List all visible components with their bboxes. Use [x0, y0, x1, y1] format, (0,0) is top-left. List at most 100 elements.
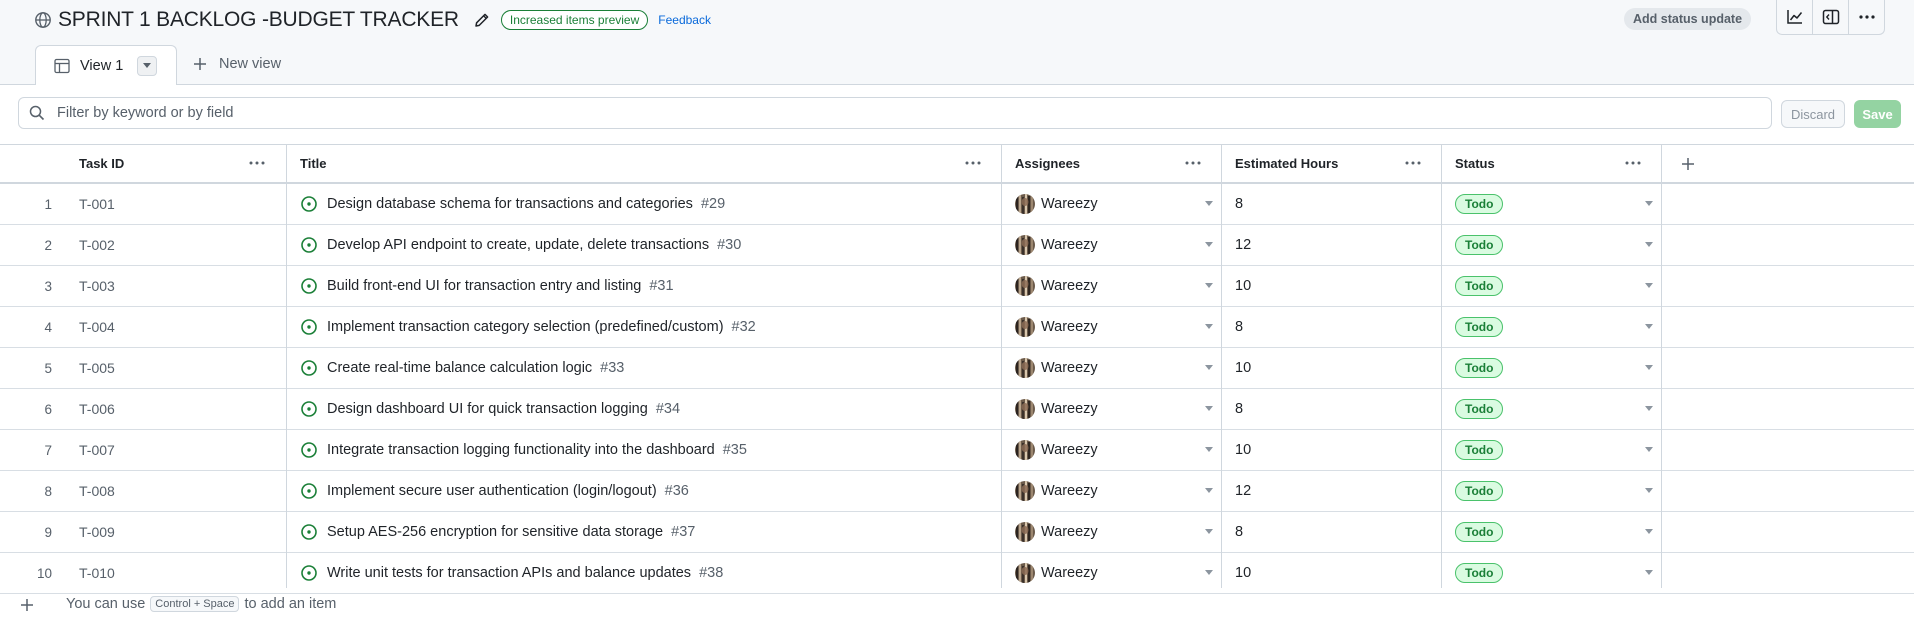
issue-title-link[interactable]: Create real-time balance calculation log… [327, 360, 592, 376]
chevron-down-icon[interactable] [1205, 242, 1213, 248]
pencil-icon[interactable] [473, 11, 491, 29]
status-cell[interactable]: Todo [1455, 348, 1504, 388]
task-id-cell[interactable]: T-004 [79, 307, 115, 347]
chevron-down-icon[interactable] [1205, 570, 1213, 576]
column-menu-icon[interactable] [248, 155, 266, 171]
chevron-down-icon[interactable] [1645, 529, 1653, 535]
column-menu-icon[interactable] [1184, 155, 1202, 171]
table-row[interactable]: 2 T-002 Develop API endpoint to create, up… [0, 225, 1914, 266]
column-header-assignees[interactable]: Assignees [1015, 145, 1080, 182]
estimated-hours-cell[interactable]: 12 [1235, 225, 1251, 265]
chevron-down-icon[interactable] [1205, 406, 1213, 412]
assignees-cell[interactable]: Wareezy [1015, 307, 1098, 347]
assignees-cell[interactable]: Wareezy [1015, 184, 1098, 224]
chevron-down-icon[interactable] [1645, 447, 1653, 453]
assignees-cell[interactable]: Wareezy [1015, 225, 1098, 265]
issue-title-link[interactable]: Build front-end UI for transaction entry… [327, 278, 641, 294]
chevron-down-icon[interactable] [1205, 447, 1213, 453]
column-header-task-id[interactable]: Task ID [79, 145, 124, 182]
chevron-down-icon[interactable] [1645, 488, 1653, 494]
estimated-hours-cell[interactable]: 12 [1235, 471, 1251, 511]
table-row[interactable]: 1 T-001 Design database schema for transac… [0, 184, 1914, 225]
chevron-down-icon[interactable] [1645, 201, 1653, 207]
chevron-down-icon[interactable] [1645, 242, 1653, 248]
table-row[interactable]: 8 T-008 Implement secure user authenticati… [0, 471, 1914, 512]
task-id-cell[interactable]: T-008 [79, 471, 115, 511]
task-id-cell[interactable]: T-003 [79, 266, 115, 306]
status-cell[interactable]: Todo [1455, 307, 1504, 347]
task-id-cell[interactable]: T-010 [79, 553, 115, 593]
status-cell[interactable]: Todo [1455, 266, 1504, 306]
estimated-hours-cell[interactable]: 8 [1235, 389, 1243, 429]
title-cell[interactable]: Implement secure user authentication (lo… [300, 471, 689, 511]
issue-title-link[interactable]: Setup AES-256 encryption for sensitive d… [327, 524, 663, 540]
assignees-cell[interactable]: Wareezy [1015, 348, 1098, 388]
chevron-down-icon[interactable] [1205, 529, 1213, 535]
column-header-title[interactable]: Title [300, 145, 327, 182]
table-row[interactable]: 3 T-003 Build front-end UI for transaction… [0, 266, 1914, 307]
chevron-down-icon[interactable] [1205, 201, 1213, 207]
issue-title-link[interactable]: Implement transaction category selection… [327, 319, 724, 335]
chevron-down-icon[interactable] [1205, 488, 1213, 494]
column-header-estimated-hours[interactable]: Estimated Hours [1235, 145, 1338, 182]
issue-title-link[interactable]: Develop API endpoint to create, update, … [327, 237, 709, 253]
task-id-cell[interactable]: T-002 [79, 225, 115, 265]
kebab-icon[interactable] [1848, 0, 1884, 34]
title-cell[interactable]: Design database schema for transactions … [300, 184, 725, 224]
preview-badge[interactable]: Increased items preview [500, 10, 649, 30]
discard-button[interactable]: Discard [1781, 100, 1845, 128]
assignees-cell[interactable]: Wareezy [1015, 266, 1098, 306]
title-cell[interactable]: Setup AES-256 encryption for sensitive d… [300, 512, 695, 552]
task-id-cell[interactable]: T-005 [79, 348, 115, 388]
insights-icon[interactable] [1777, 0, 1812, 34]
assignees-cell[interactable]: Wareezy [1015, 430, 1098, 470]
status-cell[interactable]: Todo [1455, 225, 1504, 265]
side-panel-icon[interactable] [1812, 0, 1848, 34]
assignees-cell[interactable]: Wareezy [1015, 389, 1098, 429]
column-menu-icon[interactable] [964, 155, 982, 171]
table-row[interactable]: 5 T-005 Create real-time balance calculati… [0, 348, 1914, 389]
issue-title-link[interactable]: Design database schema for transactions … [327, 196, 693, 212]
add-status-update-button[interactable]: Add status update [1624, 8, 1752, 30]
save-button[interactable]: Save [1854, 100, 1901, 128]
task-id-cell[interactable]: T-009 [79, 512, 115, 552]
assignees-cell[interactable]: Wareezy [1015, 512, 1098, 552]
task-id-cell[interactable]: T-001 [79, 184, 115, 224]
status-cell[interactable]: Todo [1455, 430, 1504, 470]
column-header-status[interactable]: Status [1455, 145, 1495, 182]
estimated-hours-cell[interactable]: 10 [1235, 266, 1251, 306]
plus-icon[interactable] [20, 598, 34, 612]
chevron-down-icon[interactable] [1205, 283, 1213, 289]
estimated-hours-cell[interactable]: 10 [1235, 553, 1251, 593]
status-cell[interactable]: Todo [1455, 184, 1504, 224]
table-row[interactable]: 10 T-010 Write unit tests for transaction … [0, 553, 1914, 594]
table-row[interactable]: 6 T-006 Design dashboard UI for quick tran… [0, 389, 1914, 430]
title-cell[interactable]: Integrate transaction logging functional… [300, 430, 747, 470]
task-id-cell[interactable]: T-006 [79, 389, 115, 429]
status-cell[interactable]: Todo [1455, 471, 1504, 511]
chevron-down-icon[interactable] [1205, 324, 1213, 330]
chevron-down-icon[interactable] [1645, 570, 1653, 576]
title-cell[interactable]: Build front-end UI for transaction entry… [300, 266, 674, 306]
filter-input[interactable] [55, 104, 1659, 122]
column-menu-icon[interactable] [1404, 155, 1422, 171]
estimated-hours-cell[interactable]: 10 [1235, 430, 1251, 470]
issue-title-link[interactable]: Integrate transaction logging functional… [327, 442, 715, 458]
estimated-hours-cell[interactable]: 8 [1235, 512, 1243, 552]
title-cell[interactable]: Develop API endpoint to create, update, … [300, 225, 741, 265]
assignees-cell[interactable]: Wareezy [1015, 553, 1098, 593]
estimated-hours-cell[interactable]: 8 [1235, 184, 1243, 224]
status-cell[interactable]: Todo [1455, 512, 1504, 552]
chevron-down-icon[interactable] [1645, 324, 1653, 330]
table-row[interactable]: 7 T-007 Integrate transaction logging func… [0, 430, 1914, 471]
feedback-link[interactable]: Feedback [658, 13, 711, 27]
chevron-down-icon[interactable] [137, 55, 158, 76]
chevron-down-icon[interactable] [1645, 283, 1653, 289]
status-cell[interactable]: Todo [1455, 553, 1504, 593]
estimated-hours-cell[interactable]: 10 [1235, 348, 1251, 388]
issue-title-link[interactable]: Implement secure user authentication (lo… [327, 483, 657, 499]
title-cell[interactable]: Design dashboard UI for quick transactio… [300, 389, 680, 429]
tab-view-1[interactable]: View 1 [35, 45, 177, 85]
add-item-row[interactable]: You can use Control + Space to add an it… [0, 594, 1914, 617]
status-cell[interactable]: Todo [1455, 389, 1504, 429]
